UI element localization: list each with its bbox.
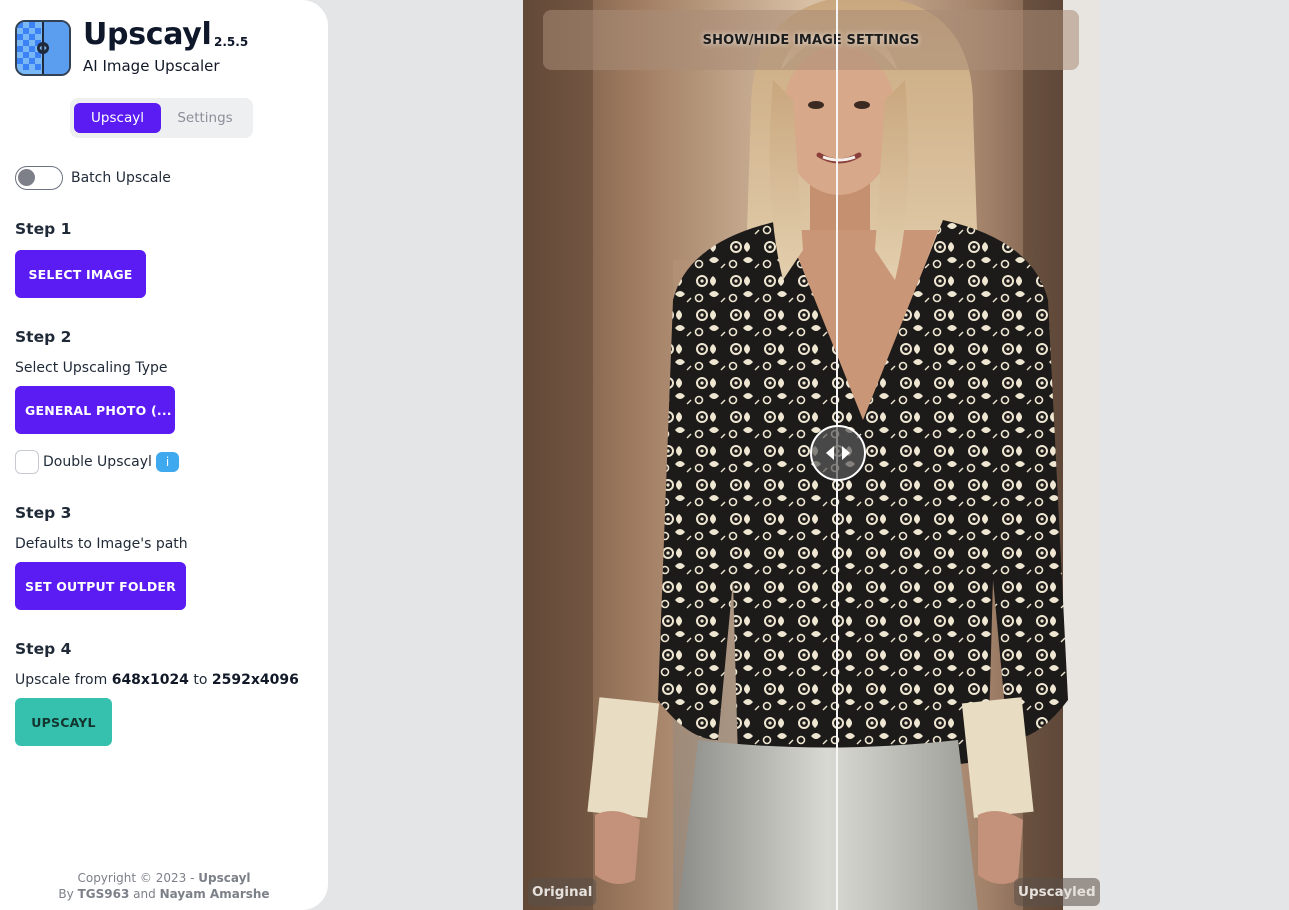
target-resolution: 2592x4096 bbox=[211, 672, 299, 688]
copyright-text: Copyright © 2023 - bbox=[77, 871, 195, 885]
step4-desc-prefix: Upscale from bbox=[15, 672, 108, 688]
source-resolution: 648x1024 bbox=[111, 672, 189, 688]
image-compare-viewer[interactable]: SHOW/HIDE IMAGE SETTINGS Original Upscay… bbox=[523, 0, 1100, 910]
batch-upscale-toggle[interactable] bbox=[15, 166, 63, 190]
step4-description: Upscale from 648x1024 to 2592x4096 bbox=[15, 672, 299, 688]
image-settings-toggle-bar[interactable]: SHOW/HIDE IMAGE SETTINGS bbox=[543, 10, 1079, 70]
double-upscayl-label: Double Upscayl bbox=[43, 454, 152, 470]
step3-description: Defaults to Image's path bbox=[15, 536, 188, 552]
tab-upscayl[interactable]: Upscayl bbox=[74, 103, 161, 133]
mode-tabs: Upscayl Settings bbox=[70, 98, 253, 138]
step1-title: Step 1 bbox=[15, 220, 72, 238]
authors-line: By TGS963 and Nayam Amarshe bbox=[0, 886, 328, 902]
step2-title: Step 2 bbox=[15, 328, 72, 346]
upscaling-type-select[interactable]: GENERAL PHOTO (... bbox=[15, 386, 175, 434]
by-text: By bbox=[58, 887, 74, 901]
toggle-knob bbox=[18, 169, 35, 186]
compare-slider-arrows-icon bbox=[826, 446, 850, 460]
step3-title: Step 3 bbox=[15, 504, 72, 522]
sidebar: Upscayl 2.5.5 AI Image Upscaler Upscayl … bbox=[0, 0, 328, 910]
footer-brand-link[interactable]: Upscayl bbox=[198, 871, 250, 885]
step4-desc-mid: to bbox=[193, 672, 208, 688]
step4-title: Step 4 bbox=[15, 640, 72, 658]
step2-description: Select Upscaling Type bbox=[15, 360, 168, 376]
app-version: 2.5.5 bbox=[214, 35, 249, 49]
app-subtitle: AI Image Upscaler bbox=[83, 57, 220, 75]
settings-toggle-label: SHOW/HIDE IMAGE SETTINGS bbox=[702, 32, 920, 48]
author-link-nayam[interactable]: Nayam Amarshe bbox=[160, 887, 270, 901]
batch-upscale-label: Batch Upscale bbox=[71, 170, 171, 186]
upscayl-button[interactable]: UPSCAYL bbox=[15, 698, 112, 746]
copyright-line: Copyright © 2023 - Upscayl bbox=[0, 870, 328, 886]
info-icon[interactable]: i bbox=[156, 452, 179, 472]
and-text: and bbox=[133, 887, 156, 901]
author-link-tgs963[interactable]: TGS963 bbox=[78, 887, 130, 901]
set-output-folder-button[interactable]: SET OUTPUT FOLDER bbox=[15, 562, 186, 610]
double-upscayl-checkbox[interactable] bbox=[15, 450, 39, 474]
original-label: Original bbox=[528, 878, 597, 906]
upscayled-label: Upscayled bbox=[1014, 878, 1100, 906]
upscayl-logo-icon bbox=[15, 20, 71, 76]
compare-slider-handle[interactable] bbox=[810, 425, 866, 481]
select-image-button[interactable]: SELECT IMAGE bbox=[15, 250, 146, 298]
footer: Copyright © 2023 - Upscayl By TGS963 and… bbox=[0, 870, 328, 902]
app-title: Upscayl bbox=[83, 17, 212, 52]
tab-settings[interactable]: Settings bbox=[161, 103, 249, 133]
